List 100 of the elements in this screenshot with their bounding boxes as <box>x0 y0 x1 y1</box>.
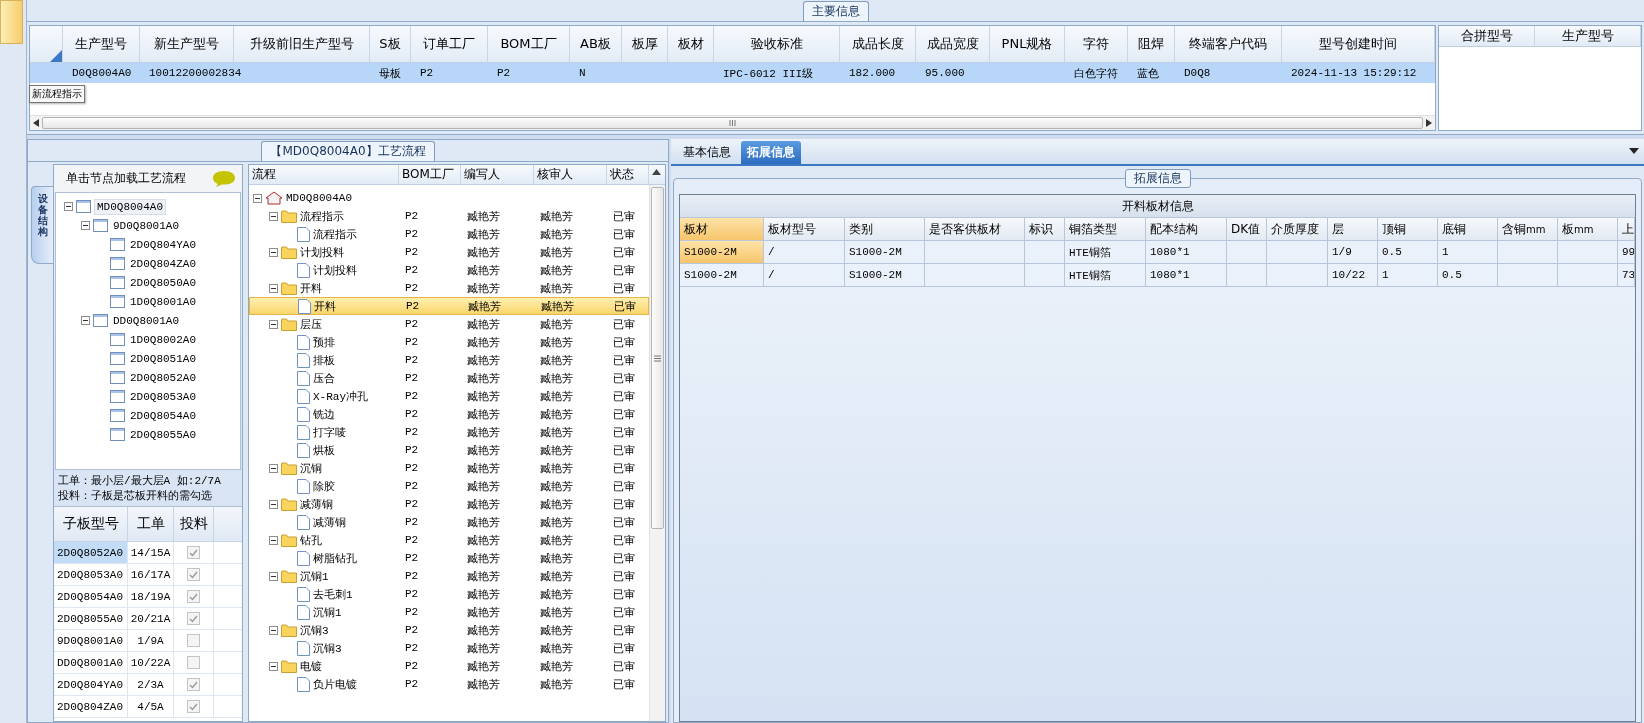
tree-node[interactable]: 2D0Q8054A0 <box>128 408 198 423</box>
column-header[interactable]: 板材 <box>668 26 714 62</box>
tab[interactable]: 拓展信息 <box>741 141 801 164</box>
checkbox[interactable] <box>187 612 200 625</box>
scrollbar-thumb[interactable] <box>42 117 1423 129</box>
column-header[interactable]: 投料 <box>174 507 214 541</box>
tree-node[interactable]: 2D0Q8053A0 <box>128 389 198 404</box>
table-cell[interactable]: S1000-2M <box>680 241 764 263</box>
column-header[interactable]: 成品宽度 <box>916 26 990 62</box>
collapse-toggle[interactable] <box>253 193 262 203</box>
checkbox[interactable] <box>187 656 200 669</box>
column-header[interactable]: 是否客供板材 <box>925 218 1025 240</box>
column-header[interactable]: BOM工厂 <box>399 165 461 184</box>
flow-row[interactable]: 钻孔 P2 臧艳芳 臧艳芳 已审 <box>249 531 649 549</box>
flow-row[interactable]: 流程指示 P2 臧艳芳 臧艳芳 已审 <box>249 207 649 225</box>
collapse-toggle[interactable] <box>269 463 278 473</box>
table-cell[interactable]: 2D0Q8053A0 <box>54 564 128 585</box>
column-header[interactable]: 板材型号 <box>764 218 845 240</box>
flow-row[interactable]: 计划投料 P2 臧艳芳 臧艳芳 已审 <box>249 243 649 261</box>
flow-row[interactable]: 预排 P2 臧艳芳 臧艳芳 已审 <box>249 333 649 351</box>
flow-row[interactable]: MD0Q8004A0 <box>249 189 649 207</box>
tree-node[interactable]: 2D0Q8050A0 <box>128 275 198 290</box>
checkbox[interactable] <box>187 546 200 559</box>
column-header[interactable]: 工单 <box>128 507 174 541</box>
tree-node[interactable]: 2D0Q804YA0 <box>128 237 198 252</box>
tree-node[interactable]: 1D0Q8001A0 <box>128 294 198 309</box>
column-header[interactable]: 型号创建时间 <box>1282 26 1435 62</box>
tree-node[interactable]: 9D0Q8001A0 <box>111 218 181 233</box>
column-header[interactable]: 升级前旧生产型号 <box>234 26 370 62</box>
tree-node[interactable]: 2D0Q804ZA0 <box>128 256 198 271</box>
scroll-up-icon[interactable] <box>652 169 661 175</box>
flow-row[interactable]: 烘板 P2 臧艳芳 臧艳芳 已审 <box>249 441 649 459</box>
dropdown-arrow-icon[interactable] <box>1629 148 1639 154</box>
flow-row[interactable]: 排板 P2 臧艳芳 臧艳芳 已审 <box>249 351 649 369</box>
column-header[interactable]: 流程 <box>249 165 399 184</box>
column-header[interactable]: 终端客户代码 <box>1175 26 1282 62</box>
collapse-toggle[interactable] <box>64 202 73 211</box>
column-header[interactable]: 上 <box>1618 218 1635 240</box>
checkbox[interactable] <box>187 568 200 581</box>
collapse-toggle[interactable] <box>269 247 278 257</box>
flow-row[interactable]: 电镀 P2 臧艳芳 臧艳芳 已审 <box>249 657 649 675</box>
table-cell[interactable]: S1000-2M <box>680 264 764 286</box>
flow-row[interactable]: 减薄铜 P2 臧艳芳 臧艳芳 已审 <box>249 495 649 513</box>
column-header[interactable]: 字符 <box>1065 26 1128 62</box>
flow-row[interactable]: 压合 P2 臧艳芳 臧艳芳 已审 <box>249 369 649 387</box>
checkbox[interactable] <box>187 634 200 647</box>
column-header[interactable]: 阻焊 <box>1128 26 1175 62</box>
flow-row[interactable]: 除胶 P2 臧艳芳 臧艳芳 已审 <box>249 477 649 495</box>
column-header[interactable]: 配本结构 <box>1146 218 1227 240</box>
table-cell[interactable]: 2D0Q8054A0 <box>54 586 128 607</box>
table-cell[interactable]: 2D0Q8055A0 <box>54 608 128 629</box>
column-header[interactable]: 合拼型号 <box>1439 26 1535 46</box>
flow-row[interactable]: 去毛刺1 P2 臧艳芳 臧艳芳 已审 <box>249 585 649 603</box>
tree-node[interactable]: 2D0Q8052A0 <box>128 370 198 385</box>
tree-node[interactable]: DD0Q8001A0 <box>111 313 181 328</box>
flow-row[interactable]: 沉铜1 P2 臧艳芳 臧艳芳 已审 <box>249 603 649 621</box>
flow-row[interactable]: 开料 P2 臧艳芳 臧艳芳 已审 <box>249 279 649 297</box>
collapse-toggle[interactable] <box>81 316 90 325</box>
flow-row[interactable]: 沉铜3 P2 臧艳芳 臧艳芳 已审 <box>249 639 649 657</box>
table-cell[interactable]: DD0Q8001A0 <box>54 652 128 673</box>
column-header[interactable]: 生产型号 <box>63 26 140 62</box>
scrollbar-thumb[interactable] <box>651 187 664 529</box>
table-cell[interactable]: 2D0Q8052A0 <box>54 542 128 563</box>
column-header[interactable]: PNL规格 <box>990 26 1065 62</box>
column-header[interactable]: 标识 <box>1025 218 1065 240</box>
tree-node[interactable]: 2D0Q8055A0 <box>128 427 198 442</box>
tree-node[interactable]: 1D0Q8002A0 <box>128 332 198 347</box>
flow-row[interactable]: 沉铜1 P2 臧艳芳 臧艳芳 已审 <box>249 567 649 585</box>
collapse-toggle[interactable] <box>269 625 278 635</box>
flow-row[interactable]: 沉铜3 P2 臧艳芳 臧艳芳 已审 <box>249 621 649 639</box>
flow-row[interactable]: 计划投料 P2 臧艳芳 臧艳芳 已审 <box>249 261 649 279</box>
scroll-left-icon[interactable] <box>33 119 39 127</box>
checkbox[interactable] <box>187 678 200 691</box>
flow-row[interactable]: 打字唛 P2 臧艳芳 臧艳芳 已审 <box>249 423 649 441</box>
flow-row[interactable]: 层压 P2 臧艳芳 臧艳芳 已审 <box>249 315 649 333</box>
collapse-toggle[interactable] <box>269 499 278 509</box>
column-header[interactable]: 层 <box>1328 218 1378 240</box>
column-header[interactable]: 核审人 <box>534 165 607 184</box>
corner-triangle-icon[interactable] <box>50 50 62 62</box>
collapse-toggle[interactable] <box>269 319 278 329</box>
collapse-toggle[interactable] <box>81 221 90 230</box>
column-header[interactable]: 订单工厂 <box>411 26 488 62</box>
column-header[interactable]: 生产型号 <box>1535 26 1641 46</box>
column-header[interactable]: DK值 <box>1227 218 1267 240</box>
flow-row[interactable]: 流程指示 P2 臧艳芳 臧艳芳 已审 <box>249 225 649 243</box>
checkbox[interactable] <box>187 700 200 713</box>
flow-row[interactable]: 开料 P2 臧艳芳 臧艳芳 已审 <box>249 297 649 315</box>
column-header[interactable]: AB板 <box>570 26 622 62</box>
table-cell[interactable]: 2D0Q804YA0 <box>54 674 128 695</box>
column-header[interactable]: S板 <box>370 26 411 62</box>
flow-row[interactable]: 负片电镀 P2 臧艳芳 臧艳芳 已审 <box>249 675 649 693</box>
column-header[interactable]: 状态 <box>607 165 649 184</box>
table-row[interactable]: D0Q8004A0 10012200002834 母板 P2 P2 N IPC-6012 III级 182.000 95.000 白色字符 蓝色 D0Q8 2024-11-13 15:29:12 <box>30 63 1435 83</box>
flow-row[interactable]: 减薄铜 P2 臧艳芳 臧艳芳 已审 <box>249 513 649 531</box>
column-header[interactable]: 编写人 <box>461 165 534 184</box>
column-header[interactable]: 子板型号 <box>54 507 128 541</box>
column-header[interactable]: BOM工厂 <box>488 26 570 62</box>
flow-row[interactable]: 铣边 P2 臧艳芳 臧艳芳 已审 <box>249 405 649 423</box>
table-cell[interactable]: 2D0Q804ZA0 <box>54 696 128 717</box>
column-header[interactable]: 顶铜 <box>1378 218 1438 240</box>
